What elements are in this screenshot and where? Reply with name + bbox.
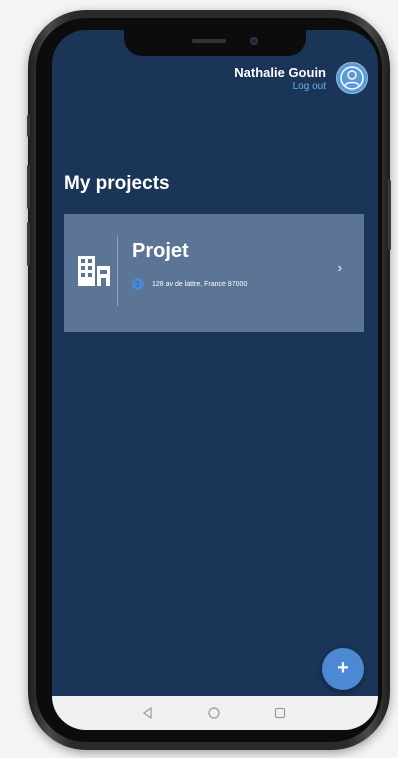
camera-icon — [250, 37, 258, 45]
project-address: 128 av de lattre, France 87000 — [152, 280, 248, 288]
building-icon — [78, 256, 110, 286]
back-triangle-icon[interactable] — [140, 705, 156, 721]
user-name: Nathalie Gouin — [234, 65, 326, 80]
add-project-button[interactable]: + — [322, 648, 364, 690]
card-divider — [117, 236, 118, 306]
page-title: My projects — [64, 173, 170, 194]
project-address-row: 128 av de lattre, France 87000 — [132, 277, 247, 291]
user-block: Nathalie Gouin Log out — [234, 65, 326, 93]
globe-icon — [132, 278, 144, 290]
app-screen: Nathalie Gouin Log out My projects Proje… — [52, 30, 378, 730]
chevron-right-icon[interactable]: › — [338, 260, 342, 275]
project-name: Projet — [132, 240, 189, 262]
notch — [124, 30, 306, 56]
logout-link[interactable]: Log out — [234, 81, 326, 93]
side-button-volume-up — [27, 165, 30, 209]
system-nav-bar — [52, 696, 378, 730]
side-button-silent — [27, 115, 30, 137]
side-button-power — [388, 180, 391, 250]
user-avatar-icon[interactable] — [336, 62, 368, 94]
recents-square-icon[interactable] — [272, 705, 288, 721]
home-circle-icon[interactable] — [206, 705, 222, 721]
side-button-volume-down — [27, 222, 30, 266]
speaker-grille — [192, 39, 226, 43]
project-card[interactable]: Projet 128 av de lattre, France 87000 › — [64, 214, 364, 332]
